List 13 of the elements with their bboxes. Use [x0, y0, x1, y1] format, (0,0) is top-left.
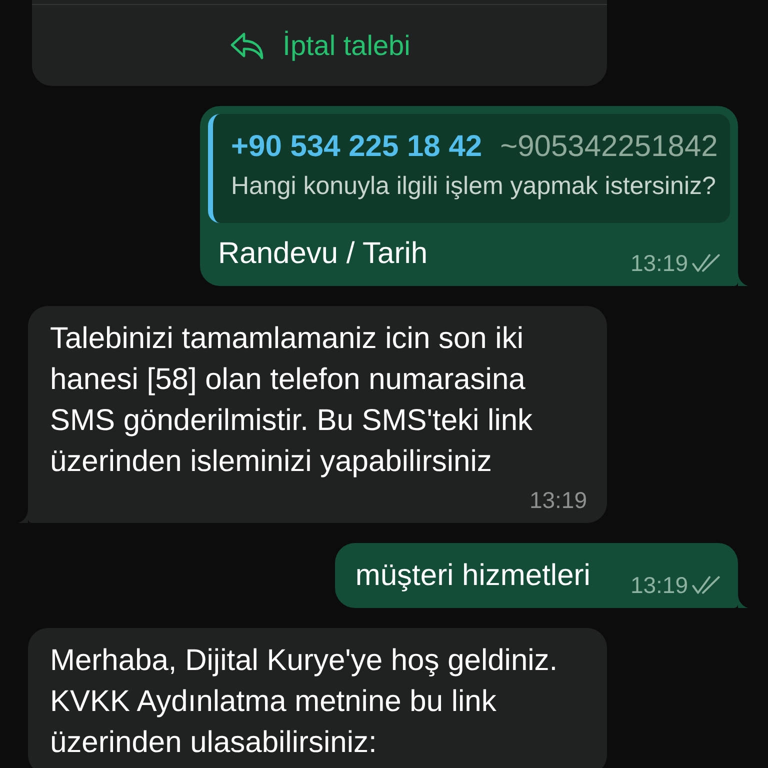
message-text: Talebinizi tamamlamaniz icin son iki hanesi [58] olan telefon numarasina SMS gönderilmistir. Bu SMS'teki link üzerinden isleminizi yapabilirsiniz: [50, 321, 534, 480]
message-text: Merhaba, Dijital Kurye'ye hoş geldiniz. KVKK Aydınlatma metnine bu link üzerinden ulasabilirsiniz:: [50, 643, 559, 761]
quoted-text: Hangi konuyla ilgili işlem yapmak istersiniz?: [231, 171, 717, 202]
quoted-sender-name: ~905342251842: [500, 129, 718, 165]
message-time: 13:19: [630, 249, 688, 277]
quick-reply-button[interactable]: İptal talebi: [228, 28, 410, 62]
quoted-message[interactable]: +90 534 225 18 42 ~905342251842 Hangi konuyla ilgili işlem yapmak istersiniz?: [208, 114, 730, 223]
message-text: müşteri hizmetleri: [355, 558, 590, 594]
message-text: Randevu / Tarih: [218, 236, 428, 272]
curved-arrow-icon: [228, 30, 265, 60]
quoted-sender-number: +90 534 225 18 42: [231, 129, 482, 165]
message-time: 13:19: [630, 571, 688, 599]
message-time: 13:19: [529, 486, 587, 514]
